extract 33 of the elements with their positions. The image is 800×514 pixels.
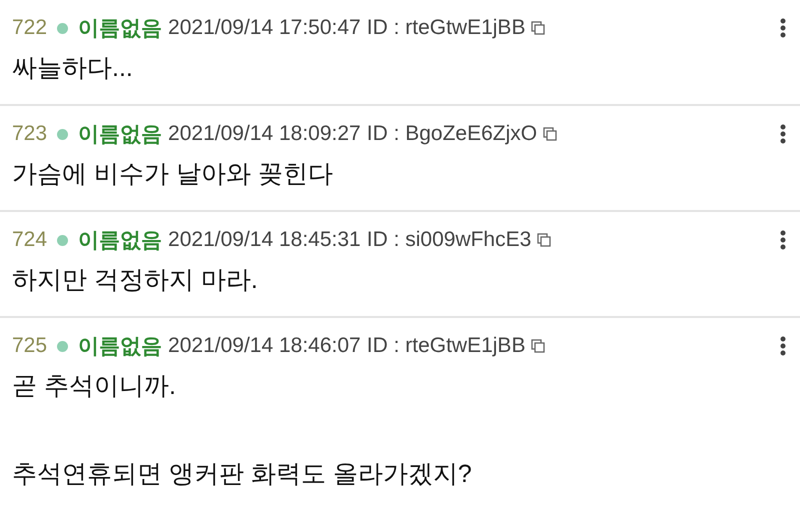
- more-options-icon[interactable]: [780, 124, 786, 144]
- post-text: 가슴에 비수가 날아와 꽂힌다: [12, 159, 334, 190]
- post-id: ID : BgoZeE6ZjxO: [366, 122, 538, 146]
- copy-icon[interactable]: [531, 339, 546, 353]
- status-dot-icon: [57, 234, 68, 246]
- copy-icon[interactable]: [537, 233, 552, 247]
- post-text: 싸늘하다...: [12, 53, 134, 84]
- post-text: 곧 추석이니까.: [12, 371, 177, 402]
- post-number: 722: [12, 16, 48, 40]
- post-text: 추석연휴되면 앵커판 화력도 올라가겠지?: [12, 459, 473, 490]
- post-date: 2021/09/14 17:50:47: [168, 16, 361, 40]
- post-date: 2021/09/14 18:46:07: [168, 334, 361, 358]
- author-name: 이름없음: [78, 16, 162, 42]
- status-dot-icon: [57, 340, 68, 352]
- copy-icon[interactable]: [531, 21, 546, 35]
- copy-icon[interactable]: [543, 127, 558, 141]
- post-id: ID : rteGtwE1jBB: [366, 334, 526, 358]
- post-id: ID : rteGtwE1jBB: [366, 16, 526, 40]
- post-number: 723: [12, 122, 48, 146]
- post-date: 2021/09/14 18:45:31: [168, 228, 361, 252]
- author-name: 이름없음: [78, 122, 162, 148]
- author-name: 이름없음: [78, 228, 162, 254]
- more-options-icon[interactable]: [780, 230, 786, 250]
- post-date: 2021/09/14 18:09:27: [168, 122, 361, 146]
- post-number: 725: [12, 334, 48, 358]
- post-id: ID : si009wFhcE3: [366, 228, 532, 252]
- more-options-icon[interactable]: [780, 18, 786, 38]
- status-dot-icon: [57, 22, 68, 34]
- status-dot-icon: [57, 128, 68, 140]
- more-options-icon[interactable]: [780, 336, 786, 356]
- post-text: 하지만 걱정하지 마라.: [12, 265, 259, 296]
- post-number: 724: [12, 228, 48, 252]
- author-name: 이름없음: [78, 334, 162, 360]
